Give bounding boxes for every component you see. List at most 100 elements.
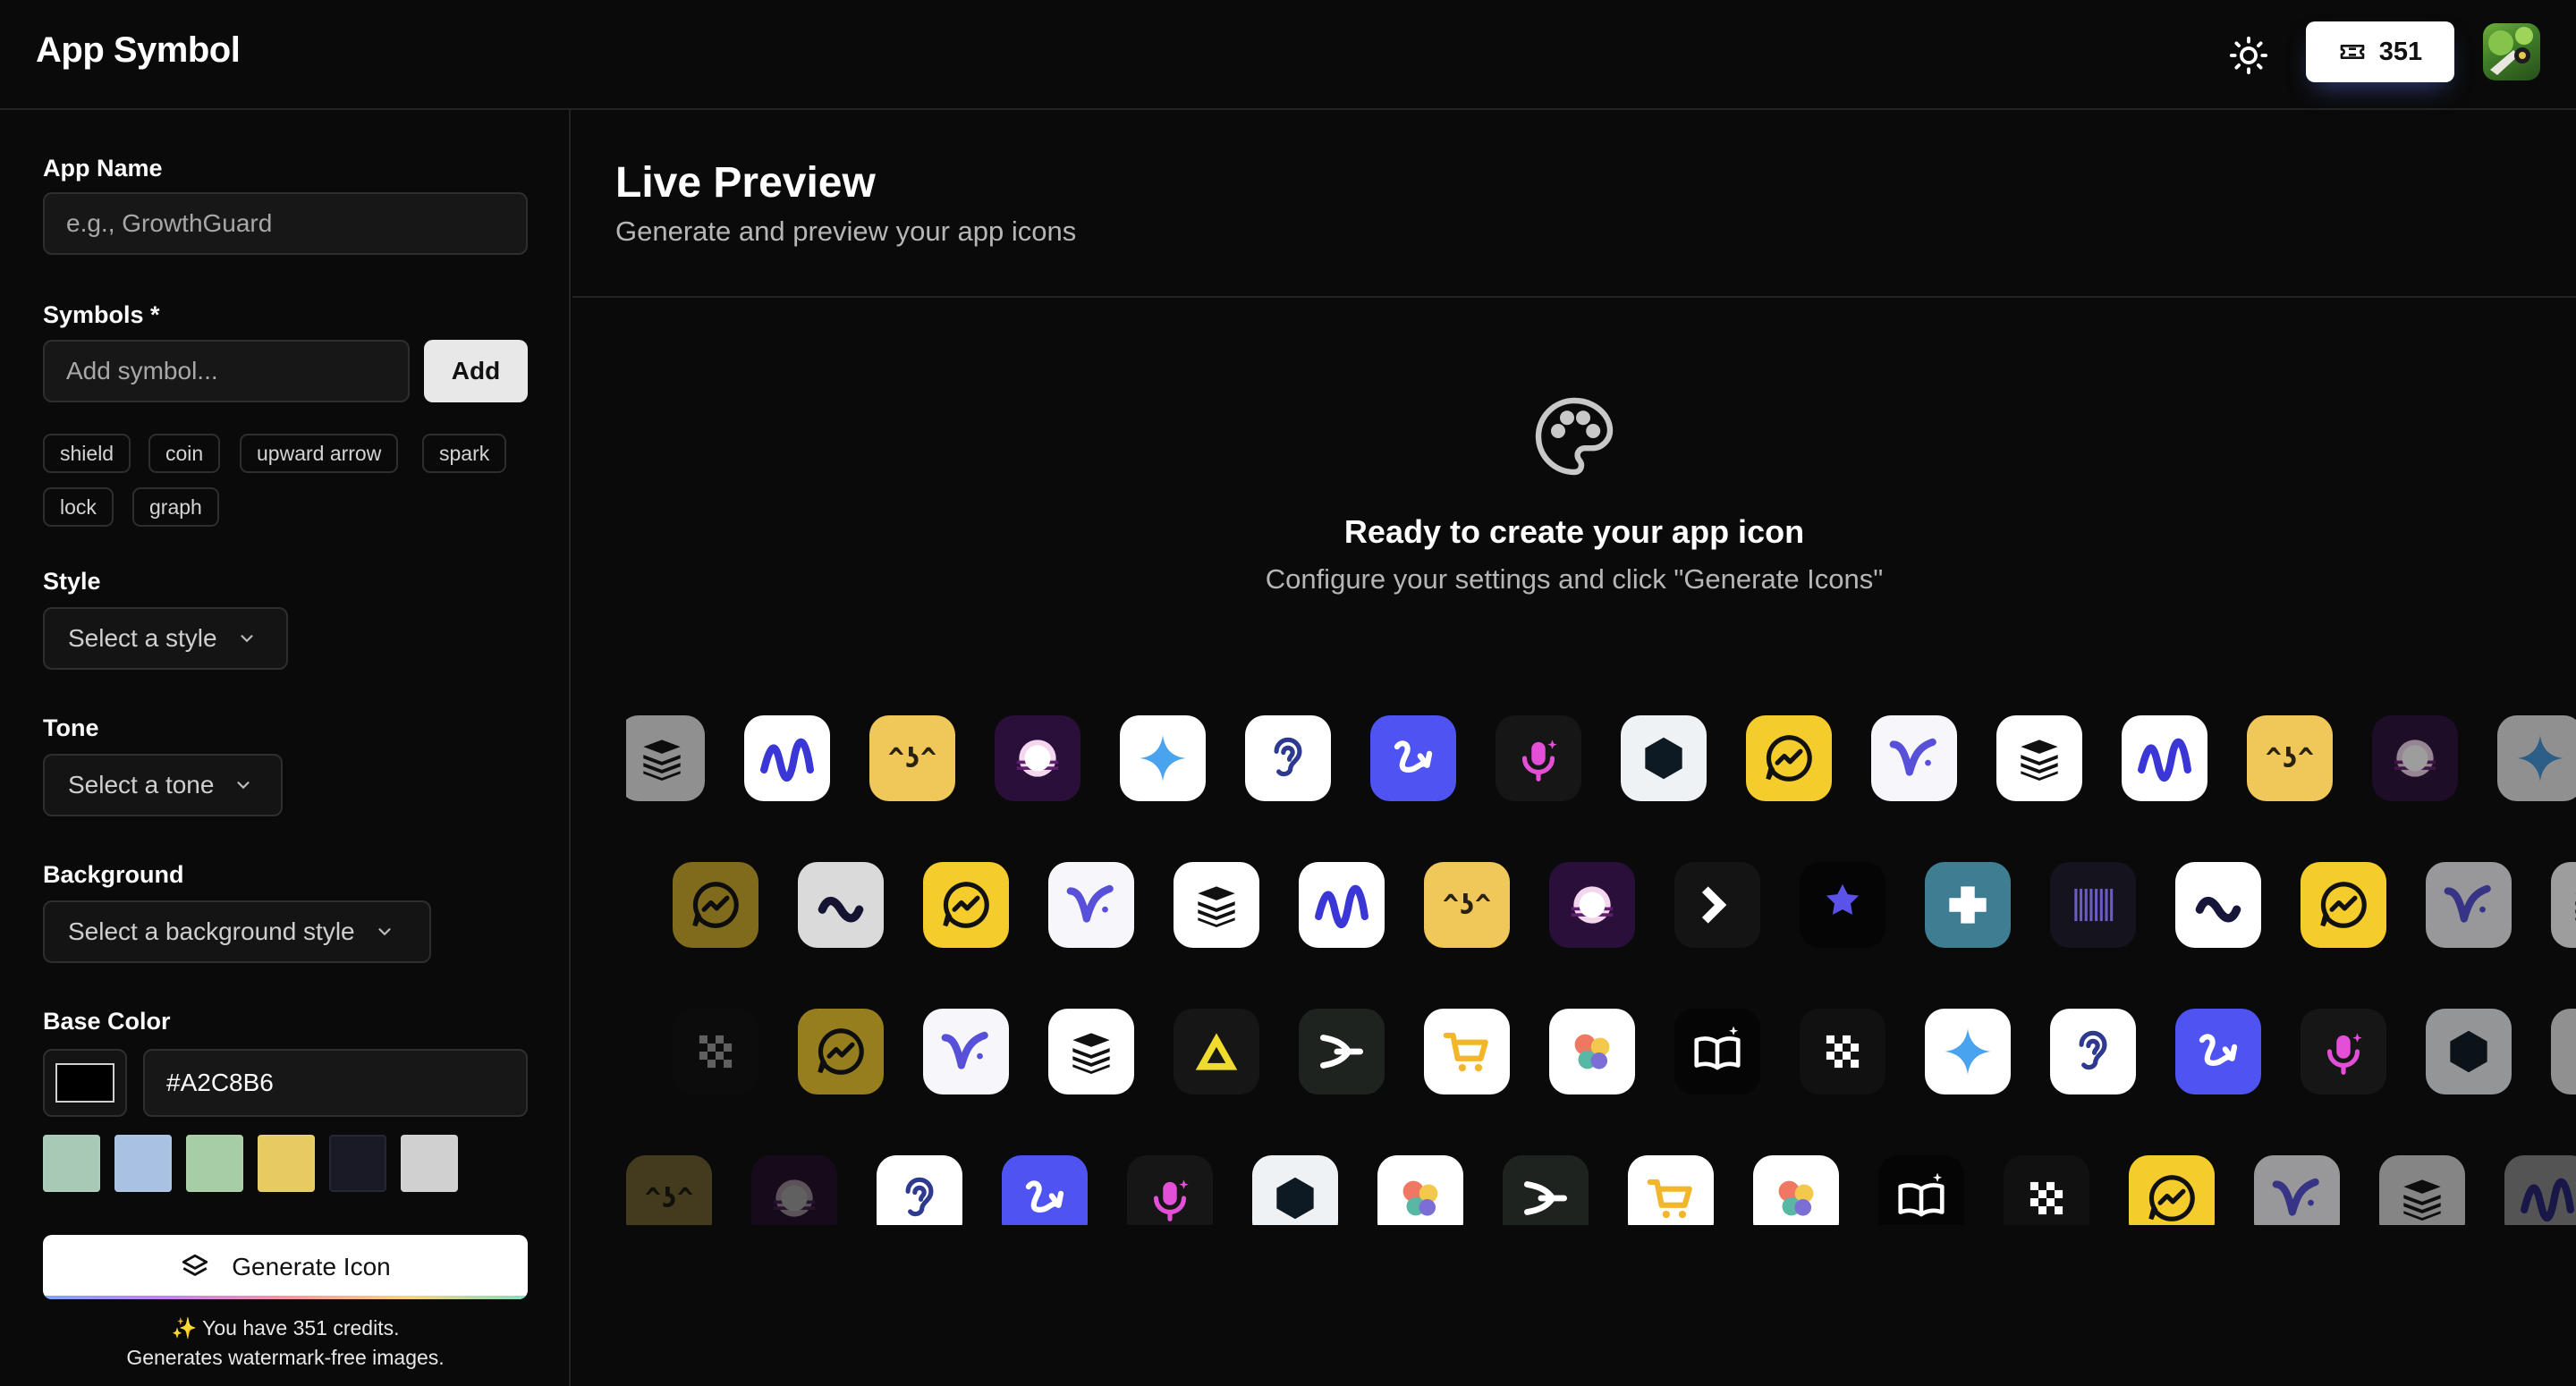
symbol-chip[interactable]: lock — [43, 487, 114, 527]
generate-icon-label: Generate Icon — [232, 1253, 391, 1280]
gallery-row: ^ʖ^ ^ʖ^ — [626, 715, 2576, 803]
background-label: Background — [43, 861, 184, 888]
stack-icon — [2379, 1155, 2465, 1225]
color-preset-swatch[interactable] — [401, 1135, 458, 1192]
tone-select[interactable]: Select a tone — [43, 754, 283, 816]
tone-select-value: Select a tone — [68, 771, 215, 799]
petals-icon — [1549, 1009, 1635, 1094]
ear-icon — [877, 1155, 962, 1225]
v-check-icon — [2254, 1155, 2340, 1225]
split-arrow-icon — [1299, 1009, 1385, 1094]
v-check-icon — [1871, 715, 1957, 801]
page-title: Live Preview — [615, 159, 876, 207]
wave-icon — [744, 715, 830, 801]
wave-icon — [1299, 862, 1385, 948]
base-color-label: Base Color — [43, 1008, 171, 1035]
app-title: App Symbol — [36, 30, 241, 70]
symbol-chip[interactable]: upward arrow — [240, 434, 399, 473]
health-cross-icon — [1925, 862, 2011, 948]
color-preset-swatch[interactable] — [114, 1135, 172, 1192]
style-select[interactable]: Select a style — [43, 607, 288, 670]
style-select-value: Select a style — [68, 624, 217, 652]
split-arrow-icon — [1503, 1155, 1589, 1225]
petals-icon — [1753, 1155, 1839, 1225]
kaomoji-face-icon: ^ʖ^ — [626, 1155, 712, 1225]
tilde-icon — [2175, 862, 2261, 948]
symbol-chip[interactable]: graph — [132, 487, 219, 527]
tone-label: Tone — [43, 714, 99, 741]
settings-sidebar: App Name Symbols * Add shield coin upwar… — [0, 110, 571, 1386]
color-preset-swatch[interactable] — [258, 1135, 315, 1192]
squiggle-arrow-icon — [2175, 1009, 2261, 1094]
chevron-down-icon — [378, 928, 391, 936]
color-preset-swatch[interactable] — [186, 1135, 243, 1192]
avatar-image — [2488, 27, 2533, 75]
gallery-row: ^ʖ^ — [626, 1155, 2576, 1225]
symbol-chip[interactable]: coin — [148, 434, 221, 473]
hex-color-input[interactable] — [143, 1049, 528, 1117]
symbol-input[interactable] — [43, 340, 410, 402]
squiggle-arrow-icon — [1370, 715, 1456, 801]
empty-state-title: Ready to create your app icon — [1343, 513, 1805, 550]
current-color-swatch — [55, 1063, 114, 1103]
generate-icon-button[interactable]: Generate Icon — [43, 1235, 528, 1299]
theme-toggle-button[interactable] — [2222, 29, 2275, 82]
wave-icon — [2504, 1155, 2576, 1225]
color-picker-swatch[interactable] — [43, 1049, 127, 1117]
credits-note: ✨ You have 351 credits. Generates waterm… — [43, 1314, 528, 1373]
kaomoji-face-icon: ^ʖ^ — [869, 715, 955, 801]
tilde-icon — [798, 862, 884, 948]
chevron-down-icon — [240, 635, 253, 643]
v-check-icon — [1048, 862, 1134, 948]
sunset-icon — [751, 1155, 837, 1225]
chat-graph-icon — [1746, 715, 1832, 801]
book-sparkle-icon — [1878, 1155, 1964, 1225]
color-preset-swatch[interactable] — [329, 1135, 386, 1192]
sun-icon — [2229, 36, 2268, 75]
v-check-icon — [2426, 862, 2512, 948]
chat-graph-icon — [2129, 1155, 2215, 1225]
add-symbol-button[interactable]: Add — [424, 340, 528, 402]
background-select[interactable]: Select a background style — [43, 900, 431, 963]
cart-icon — [1628, 1155, 1714, 1225]
cart-icon — [1424, 1009, 1510, 1094]
hexagon-icon — [1621, 715, 1707, 801]
puzzle-icon — [1800, 862, 1885, 948]
user-avatar[interactable] — [2483, 23, 2540, 80]
petals-icon — [2551, 1009, 2576, 1094]
petals-icon — [1377, 1155, 1463, 1225]
symbol-chip[interactable]: spark — [422, 434, 507, 473]
credits-button[interactable]: 351 — [2306, 21, 2454, 82]
background-select-value: Select a background style — [68, 917, 355, 945]
chevron-down-icon — [237, 782, 250, 790]
hexagon-icon — [1252, 1155, 1338, 1225]
empty-state: Ready to create your app icon Configure … — [572, 393, 2576, 596]
sparkle-icon — [1925, 1009, 2011, 1094]
watermark-line: Generates watermark-free images. — [126, 1346, 445, 1369]
voice-mic-icon — [1496, 715, 1581, 801]
triangle-icon — [1174, 1009, 1259, 1094]
app-name-label: App Name — [43, 155, 163, 182]
page-subtitle: Generate and preview your app icons — [615, 216, 1077, 247]
v-check-icon — [923, 1009, 1009, 1094]
preview-header: Live Preview Generate and preview your a… — [572, 110, 2576, 298]
palette-icon — [1535, 397, 1614, 476]
hexagon-icon — [2426, 1009, 2512, 1094]
stack-icon — [1174, 862, 1259, 948]
checker-icon — [673, 1009, 758, 1094]
voice-mic-icon — [2301, 1009, 2386, 1094]
barcode-icon — [2050, 862, 2136, 948]
squiggle-arrow-icon — [1002, 1155, 1088, 1225]
kaomoji-face-icon: ^ʖ^ — [2247, 715, 2333, 801]
ear-icon — [2050, 1009, 2136, 1094]
chat-graph-icon — [2301, 862, 2386, 948]
kaomoji-face-icon: ^ʖ^ — [1424, 862, 1510, 948]
credits-count: 351 — [2378, 37, 2423, 66]
sparkle-icon — [2497, 715, 2576, 801]
app-name-input[interactable] — [43, 192, 528, 255]
symbol-chip[interactable]: shield — [43, 434, 131, 473]
empty-state-subtitle: Configure your settings and click "Gener… — [1265, 563, 1884, 595]
icon-gallery: ^ʖ^ ^ʖ^ ^ʖ^ ^ʖ^ — [626, 715, 2576, 1225]
symbols-label: Symbols * — [43, 301, 160, 328]
color-preset-swatch[interactable] — [43, 1135, 100, 1192]
